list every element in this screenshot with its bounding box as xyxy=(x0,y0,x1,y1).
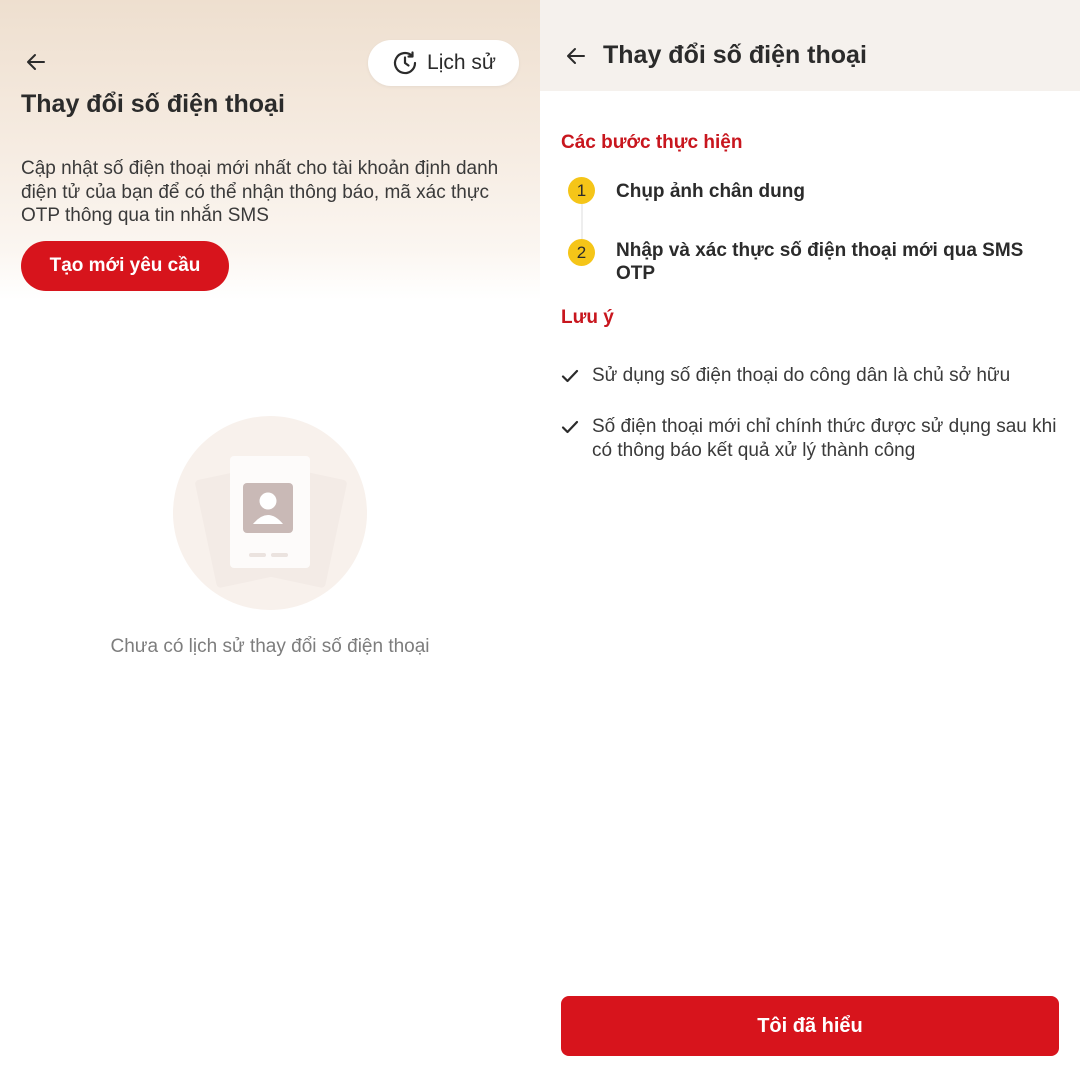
page-title: Thay đổi số điện thoại xyxy=(21,90,285,118)
steps-heading: Các bước thực hiện xyxy=(561,132,743,153)
step-number-badge: 2 xyxy=(568,239,595,266)
understood-button[interactable]: Tôi đã hiểu xyxy=(561,996,1059,1056)
instructions-screen: Thay đổi số điện thoại Các bước thực hiệ… xyxy=(540,0,1080,1080)
step-text: Nhập và xác thực số điện thoại mới qua S… xyxy=(616,240,1024,284)
id-card-illustration-icon xyxy=(195,456,347,588)
history-button-label: Lịch sử xyxy=(427,51,496,74)
back-button[interactable] xyxy=(16,42,56,82)
checkmark-icon xyxy=(561,369,579,383)
clock-history-icon xyxy=(393,51,417,75)
back-button[interactable] xyxy=(556,36,596,76)
step-connector xyxy=(581,203,583,239)
checkmark-icon xyxy=(561,420,579,434)
note-text: Số điện thoại mới chỉ chính thức được sử… xyxy=(592,416,1057,461)
history-button[interactable]: Lịch sử xyxy=(368,40,519,86)
history-screen: Lịch sử Thay đổi số điện thoại Cập nhật … xyxy=(0,0,540,1080)
step-number-badge: 1 xyxy=(568,177,595,204)
create-request-button[interactable]: Tạo mới yêu cầu xyxy=(21,241,229,291)
notes-heading: Lưu ý xyxy=(561,307,614,328)
empty-state-text: Chưa có lịch sử thay đổi số điện thoại xyxy=(110,636,430,657)
header-title: Thay đổi số điện thoại xyxy=(603,41,867,69)
step-text: Chụp ảnh chân dung xyxy=(616,181,805,202)
note-text: Sử dụng số điện thoại do công dân là chủ… xyxy=(592,365,1011,386)
back-arrow-icon xyxy=(27,54,45,70)
empty-state-illustration xyxy=(173,416,367,610)
page-description: Cập nhật số điện thoại mới nhất cho tài … xyxy=(21,158,499,226)
back-arrow-icon xyxy=(567,48,585,64)
header-bar: Thay đổi số điện thoại xyxy=(540,0,1080,91)
